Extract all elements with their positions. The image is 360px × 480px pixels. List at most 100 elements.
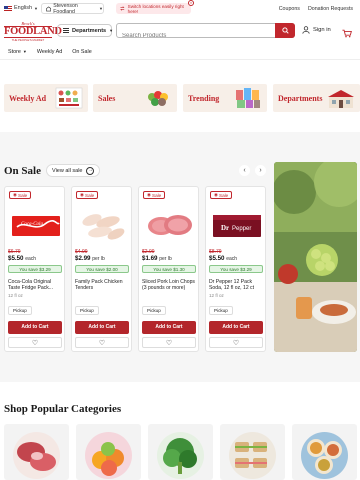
nav-store[interactable]: Store ▼ <box>8 49 27 55</box>
heart-icon: ♡ <box>232 339 240 347</box>
close-icon[interactable]: × <box>188 0 194 6</box>
search-input[interactable] <box>122 29 272 43</box>
weekly-ad-banner[interactable]: Weekly Ad <box>4 84 88 112</box>
sale-price: $5.50 each <box>8 255 37 262</box>
dr-pepper-pack-image: Dr Pepper <box>212 215 261 237</box>
chevron-left-icon: ‹ <box>243 167 246 174</box>
utility-bar: English ▼ Stevenson Foodland ▼ Switch lo… <box>0 0 360 18</box>
category-tile[interactable] <box>148 424 213 480</box>
chevron-down-icon: ▼ <box>34 5 39 11</box>
user-icon <box>302 26 310 34</box>
sign-in-button[interactable]: Sign in <box>302 26 331 34</box>
swap-arrows-icon <box>120 6 125 11</box>
savings-badge: You save $3.29 <box>8 265 62 273</box>
coca-cola-pack-image: Coca-Cola <box>11 216 60 236</box>
grocery-flyer-image <box>55 87 83 109</box>
trending-banner[interactable]: Trending <box>183 84 267 112</box>
sale-badge: ◉ Sale <box>76 191 99 199</box>
banner-label: Weekly Ad <box>9 94 47 103</box>
carousel-prev-button[interactable]: ‹ <box>239 165 250 176</box>
product-size: 12 fl oz <box>209 293 224 298</box>
donation-requests-link[interactable]: Donation Requests <box>308 6 353 12</box>
product-image[interactable]: Coca-Cola <box>9 201 62 251</box>
product-card[interactable]: ◉ Sale $2.99 $1.69 per lb You save $1.30 … <box>138 186 199 352</box>
view-all-sale-button[interactable]: View all sale → <box>46 164 100 177</box>
language-label: English <box>14 5 33 11</box>
logo-tagline: THE PEOPLE'S MARKET <box>11 38 45 42</box>
add-to-cart-button[interactable]: Add to Cart <box>142 321 196 334</box>
chevron-down-icon: ▼ <box>99 6 103 11</box>
product-card[interactable]: ◉ Sale $4.99 $2.99 per lb You save $2.00 … <box>71 186 132 352</box>
chevron-right-icon: › <box>259 167 262 174</box>
produce-bowl-image <box>148 91 168 106</box>
sub-navigation: Store ▼ Weekly Ad On Sale <box>0 44 360 60</box>
pork-chops-image <box>147 215 192 235</box>
product-card[interactable]: ◉ Sale Coca-Cola $6.79 $5.50 each You sav… <box>4 186 65 352</box>
pickup-option[interactable]: Pickup <box>75 306 99 315</box>
category-image <box>13 432 60 479</box>
chevron-down-icon: ▼ <box>22 49 27 54</box>
departments-button[interactable]: Departments ▼ <box>57 24 114 37</box>
search-button[interactable] <box>275 23 295 38</box>
add-to-cart-button[interactable]: Add to Cart <box>8 321 62 334</box>
product-name[interactable]: Family Pack Chicken Tenders <box>75 279 131 292</box>
category-tile[interactable] <box>4 424 69 480</box>
sale-price: $2.99 per lb <box>75 255 105 262</box>
category-tile[interactable] <box>220 424 285 480</box>
svg-text:Pepper: Pepper <box>232 226 251 232</box>
nav-weekly-ad[interactable]: Weekly Ad <box>37 49 62 55</box>
outdoor-meal-image <box>274 162 357 352</box>
pickup-option[interactable]: Pickup <box>209 306 233 315</box>
carousel-next-button[interactable]: › <box>255 165 266 176</box>
product-card[interactable]: ◉ Sale Dr Pepper $8.79 $5.50 each You save… <box>205 186 266 352</box>
svg-text:Dr: Dr <box>221 224 229 232</box>
sandwiches-image <box>229 432 276 479</box>
product-image[interactable] <box>143 201 196 251</box>
category-tile[interactable] <box>292 424 357 480</box>
add-to-cart-button[interactable]: Add to Cart <box>209 321 263 334</box>
category-image <box>157 432 204 479</box>
svg-text:Coca-Cola: Coca-Cola <box>21 222 43 227</box>
product-name[interactable]: Coca-Cola Original Taste Fridge Pack... <box>8 279 64 292</box>
badge-label: Sale <box>152 192 162 198</box>
product-name[interactable]: Dr Pepper 12 Pack Soda, 12 fl oz, 12 ct <box>209 279 265 292</box>
favorite-button[interactable]: ♡ <box>209 337 263 348</box>
badge-label: Sale <box>219 192 229 198</box>
store-selector[interactable]: Stevenson Foodland ▼ <box>41 3 104 15</box>
location-tooltip: Switch locations easily right here! × <box>116 0 194 14</box>
nav-store-label: Store <box>8 48 21 55</box>
product-image[interactable] <box>76 201 129 251</box>
sale-price: $5.50 each <box>209 255 238 262</box>
store-building-image <box>328 90 354 108</box>
departments-banner[interactable]: Departments <box>273 84 360 112</box>
language-selector[interactable]: English ▼ <box>4 5 38 11</box>
product-image[interactable]: Dr Pepper <box>210 201 263 251</box>
nav-on-sale[interactable]: On Sale <box>72 49 91 55</box>
savings-badge: You save $2.00 <box>75 265 129 273</box>
chevron-down-icon: ▼ <box>109 28 114 33</box>
pickup-option[interactable]: Pickup <box>8 306 32 315</box>
badge-label: Sale <box>85 192 95 198</box>
add-to-cart-button[interactable]: Add to Cart <box>75 321 129 334</box>
favorite-button[interactable]: ♡ <box>8 337 62 348</box>
cart-icon <box>342 29 352 38</box>
tooltip-text: Switch locations easily right here! <box>127 3 184 14</box>
sales-banner[interactable]: Sales <box>93 84 177 112</box>
coupons-link[interactable]: Coupons <box>279 6 300 12</box>
cart-button[interactable] <box>342 25 352 43</box>
favorite-button[interactable]: ♡ <box>142 337 196 348</box>
foodland-logo[interactable]: Brock's FOODLAND THE PEOPLE'S MARKET <box>4 21 62 42</box>
product-name[interactable]: Sliced Pork Loin Chops (3 pounds or more… <box>142 279 198 292</box>
category-image <box>229 432 276 479</box>
badge-label: Sale <box>18 192 28 198</box>
favorite-button[interactable]: ♡ <box>75 337 129 348</box>
section-title: On Sale <box>4 165 41 177</box>
pickup-option[interactable]: Pickup <box>142 306 166 315</box>
departments-label: Departments <box>71 27 107 34</box>
store-icon <box>46 5 52 11</box>
promo-banners: Weekly Ad Sales Trending Departments <box>0 84 360 112</box>
section-title: Shop Popular Categories <box>4 403 122 415</box>
packaged-goods-image <box>236 88 260 108</box>
sale-price: $1.69 per lb <box>142 255 172 262</box>
category-tile[interactable] <box>76 424 141 480</box>
